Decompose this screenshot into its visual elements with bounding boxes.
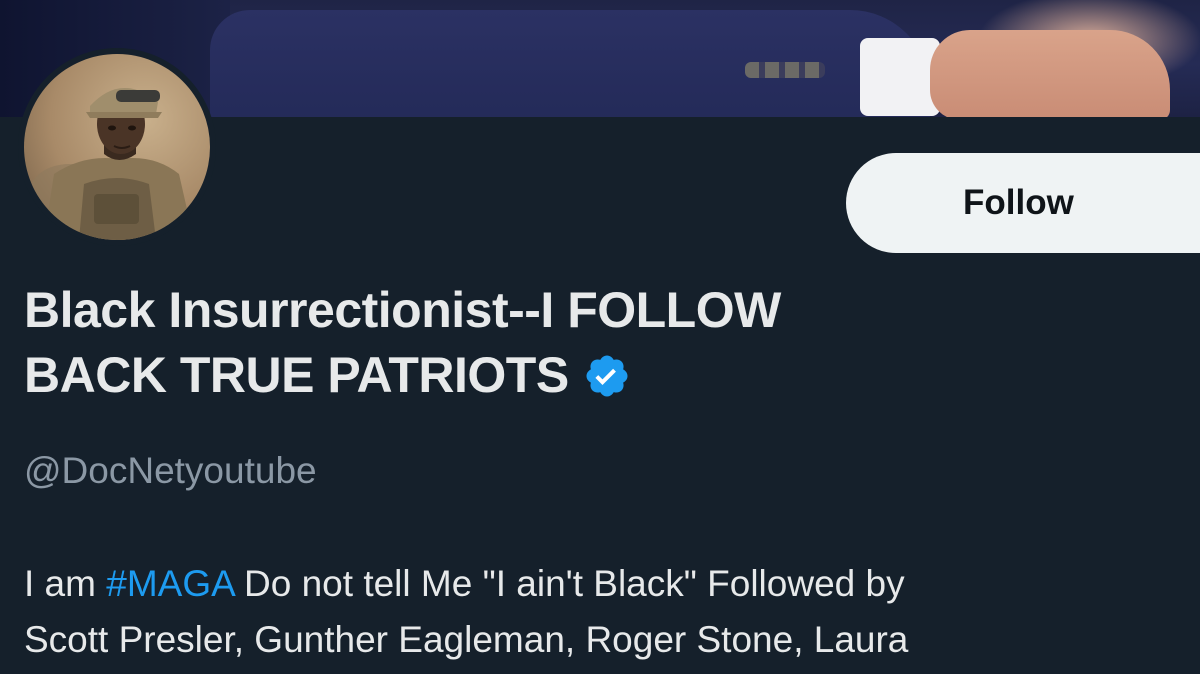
bio-line-1-rest: Do not tell Me "I ain't Black" Followed …: [233, 563, 905, 604]
bio-line-1: I am #MAGA Do not tell Me "I ain't Black…: [24, 556, 1184, 612]
bio-prefix: I am: [24, 563, 107, 604]
soldier-avatar-illustration: [29, 87, 194, 240]
display-name-line-2: BACK TRUE PATRIOTS: [24, 347, 569, 403]
avatar[interactable]: [18, 48, 216, 246]
verified-badge-icon[interactable]: [583, 351, 631, 399]
display-name-line-2-wrap: BACK TRUE PATRIOTS: [24, 343, 1174, 408]
follow-button[interactable]: Follow: [846, 153, 1200, 253]
banner-hand: [930, 30, 1170, 117]
display-name-line-1: Black Insurrectionist--I FOLLOW: [24, 282, 781, 338]
hashtag-link[interactable]: #MAGA: [106, 563, 234, 604]
bio-line-2: Scott Presler, Gunther Eagleman, Roger S…: [24, 619, 909, 660]
avatar-image: [24, 54, 210, 240]
profile-bio: I am #MAGA Do not tell Me "I ain't Black…: [24, 556, 1184, 668]
display-name: Black Insurrectionist--I FOLLOW BACK TRU…: [24, 278, 1174, 408]
profile-handle: @DocNetyoutube: [24, 450, 317, 491]
banner-sleeve-buttons: [745, 62, 825, 78]
banner-shirt-cuff: [860, 38, 940, 116]
follow-button-label: Follow: [963, 183, 1074, 222]
